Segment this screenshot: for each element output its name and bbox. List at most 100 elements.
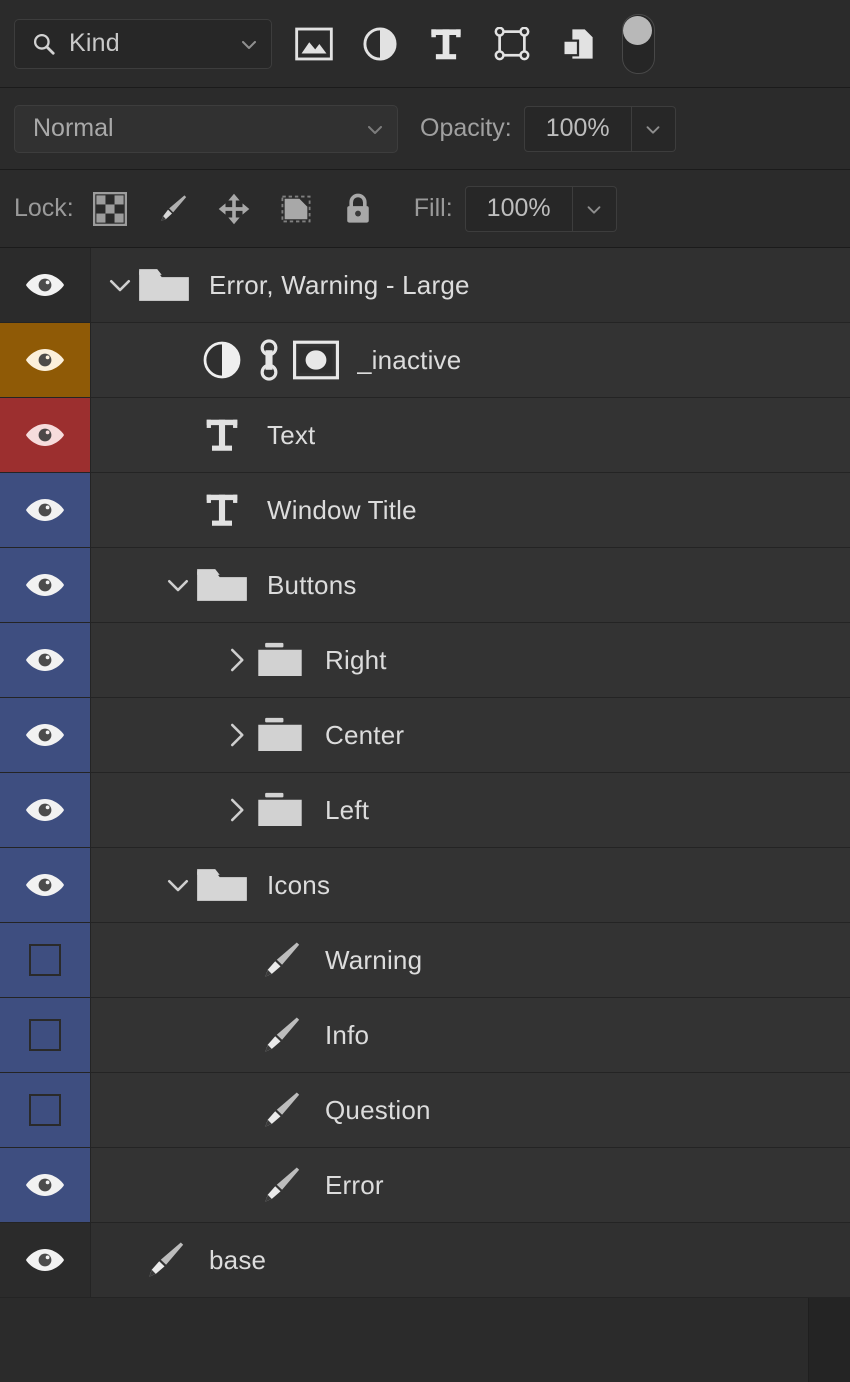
disclosure-collapsed-icon[interactable] — [219, 720, 253, 750]
layer-row-body[interactable]: Right — [90, 623, 850, 697]
filter-kind-select[interactable]: Kind — [14, 18, 272, 69]
layer-row[interactable]: Warning — [0, 923, 850, 998]
layer-row[interactable]: Error, Warning - Large — [0, 248, 850, 323]
layer-visibility-toggle[interactable] — [0, 398, 90, 472]
opacity-label: Opacity: — [420, 114, 512, 142]
layer-row[interactable]: Buttons — [0, 548, 850, 623]
layer-visibility-toggle[interactable] — [0, 1073, 90, 1147]
layer-row[interactable]: Text — [0, 398, 850, 473]
layer-row-body[interactable]: Center — [90, 698, 850, 772]
eye-icon — [25, 347, 65, 373]
layer-visibility-toggle[interactable] — [0, 248, 90, 322]
layer-row-body[interactable]: Text — [90, 398, 850, 472]
disclosure-expanded-icon[interactable] — [103, 270, 137, 300]
layer-visibility-toggle[interactable] — [0, 623, 90, 697]
layer-visibility-toggle[interactable] — [0, 848, 90, 922]
brush-icon[interactable] — [137, 1238, 191, 1282]
disclosure-collapsed-icon[interactable] — [219, 645, 253, 675]
layer-name: Info — [325, 1019, 370, 1050]
layer-row[interactable]: Window Title — [0, 473, 850, 548]
layer-row[interactable]: Question — [0, 1073, 850, 1148]
layer-row[interactable]: Right — [0, 623, 850, 698]
layer-row-body[interactable]: Left — [90, 773, 850, 847]
brush-icon[interactable] — [253, 938, 307, 982]
move-arrows-icon[interactable] — [216, 191, 252, 227]
type-t-icon[interactable] — [195, 415, 249, 455]
brush-icon[interactable] — [253, 1088, 307, 1132]
layer-row[interactable]: Center — [0, 698, 850, 773]
layer-visibility-toggle[interactable] — [0, 548, 90, 622]
artboard-icon[interactable] — [278, 191, 314, 227]
layer-visibility-toggle[interactable] — [0, 923, 90, 997]
folder-open-icon[interactable] — [195, 864, 249, 906]
layer-mask-icon[interactable] — [293, 340, 339, 380]
layer-row-body[interactable]: Icons — [90, 848, 850, 922]
layer-visibility-toggle[interactable] — [0, 698, 90, 772]
opacity-stepper[interactable] — [631, 105, 676, 152]
chevron-down-icon[interactable] — [363, 117, 387, 141]
brush-icon[interactable] — [253, 1013, 307, 1057]
layer-name: Question — [325, 1094, 431, 1125]
disclosure-expanded-icon[interactable] — [161, 870, 195, 900]
chevron-down-icon[interactable] — [237, 32, 261, 56]
layer-row[interactable]: Left — [0, 773, 850, 848]
layer-visibility-toggle[interactable] — [0, 1223, 90, 1297]
layer-visibility-toggle[interactable] — [0, 998, 90, 1072]
image-icon[interactable] — [294, 24, 334, 64]
layer-visibility-toggle[interactable] — [0, 323, 90, 397]
disclosure-collapsed-icon[interactable] — [219, 795, 253, 825]
layers-panel: Kind Normal Opacity: 100% Lock: Fill: 10… — [0, 0, 850, 1382]
layer-row-body[interactable]: Error — [90, 1148, 850, 1222]
brush-icon[interactable] — [154, 191, 190, 227]
layer-row[interactable]: Info — [0, 998, 850, 1073]
blend-mode-value: Normal — [33, 114, 114, 142]
opacity-input[interactable]: 100% — [523, 105, 632, 152]
type-t-icon[interactable] — [426, 24, 466, 64]
eye-icon — [25, 272, 65, 298]
folder-closed-icon[interactable] — [253, 790, 307, 830]
folder-open-icon[interactable] — [195, 564, 249, 606]
eye-icon — [25, 1172, 65, 1198]
checkerboard-icon[interactable] — [92, 191, 128, 227]
fill-stepper[interactable] — [572, 185, 617, 232]
layer-name: Error, Warning - Large — [209, 269, 470, 300]
type-t-icon[interactable] — [195, 490, 249, 530]
layer-name: Warning — [325, 944, 423, 975]
layer-row[interactable]: base — [0, 1223, 850, 1298]
folder-closed-icon[interactable] — [253, 715, 307, 755]
layer-row[interactable]: _inactive — [0, 323, 850, 398]
layer-visibility-toggle[interactable] — [0, 473, 90, 547]
layer-row[interactable]: Icons — [0, 848, 850, 923]
layer-row-body[interactable]: Question — [90, 1073, 850, 1147]
layer-row-body[interactable]: Info — [90, 998, 850, 1072]
eye-icon — [25, 497, 65, 523]
layer-row-body[interactable]: base — [90, 1223, 850, 1297]
folder-closed-icon[interactable] — [253, 640, 307, 680]
blend-mode-select[interactable]: Normal — [14, 104, 398, 153]
eye-icon — [25, 872, 65, 898]
disclosure-expanded-icon[interactable] — [161, 570, 195, 600]
layer-list[interactable]: Error, Warning - Large _inactive Text Windo… — [0, 248, 850, 1382]
layer-visibility-toggle[interactable] — [0, 773, 90, 847]
filter-enable-toggle[interactable] — [622, 13, 655, 74]
shape-bounds-icon[interactable] — [492, 24, 532, 64]
lock-icon[interactable] — [340, 191, 376, 227]
search-icon — [31, 31, 57, 57]
fill-input[interactable]: 100% — [464, 185, 573, 232]
layer-row-body[interactable]: Error, Warning - Large — [90, 248, 850, 322]
adjustment-circle-icon[interactable] — [360, 24, 400, 64]
layer-row-body[interactable]: Warning — [90, 923, 850, 997]
layer-filter-row: Kind — [0, 0, 850, 88]
brush-icon[interactable] — [253, 1163, 307, 1207]
adjustment-circle-icon[interactable] — [195, 340, 249, 380]
eye-icon — [25, 422, 65, 448]
layer-row[interactable]: Error — [0, 1148, 850, 1223]
layer-name: Icons — [267, 869, 331, 900]
link-icon[interactable] — [255, 338, 283, 382]
layer-row-body[interactable]: Window Title — [90, 473, 850, 547]
layer-visibility-toggle[interactable] — [0, 1148, 90, 1222]
layer-row-body[interactable]: Buttons — [90, 548, 850, 622]
folder-open-icon[interactable] — [137, 264, 191, 306]
smart-object-icon[interactable] — [558, 24, 598, 64]
layer-row-body[interactable]: _inactive — [90, 323, 850, 397]
